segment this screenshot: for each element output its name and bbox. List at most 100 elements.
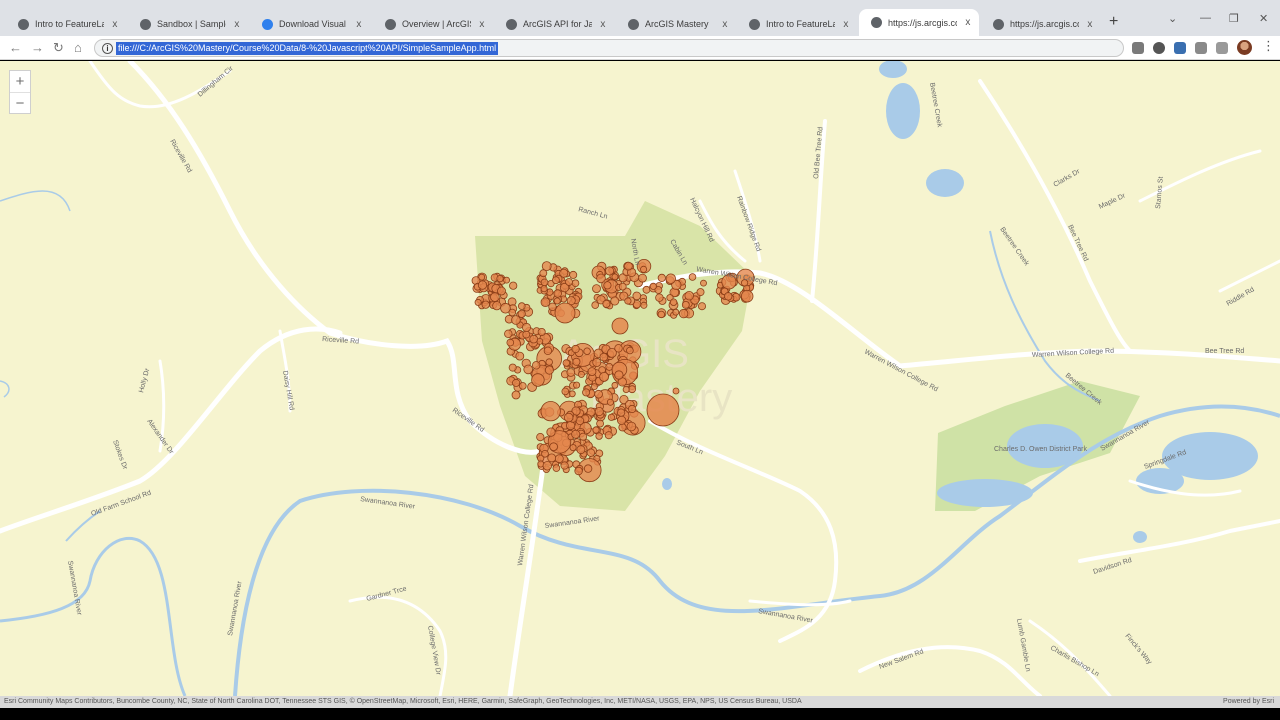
feature-point[interactable] — [490, 292, 500, 302]
feature-point[interactable] — [596, 273, 606, 284]
feature-point[interactable] — [611, 317, 629, 335]
feature-point[interactable] — [684, 290, 694, 301]
feature-point[interactable] — [599, 371, 609, 382]
feature-point[interactable] — [542, 461, 553, 471]
feature-point[interactable] — [626, 421, 637, 432]
close-icon[interactable]: x — [354, 19, 364, 30]
feature-point[interactable] — [562, 359, 570, 367]
close-icon[interactable]: x — [110, 19, 120, 30]
feature-point[interactable] — [541, 449, 549, 458]
feature-point[interactable] — [512, 378, 521, 387]
feature-point[interactable] — [607, 413, 616, 421]
feature-point[interactable] — [547, 453, 557, 463]
feature-point[interactable] — [602, 299, 611, 308]
feature-point[interactable] — [596, 419, 604, 428]
feature-point[interactable] — [573, 381, 581, 389]
zoom-out-button[interactable]: − — [10, 92, 30, 113]
feature-point[interactable] — [624, 297, 632, 305]
feature-point[interactable] — [626, 346, 634, 355]
info-icon[interactable]: i — [102, 43, 113, 54]
feature-point[interactable] — [592, 357, 602, 367]
forward-icon[interactable]: → — [31, 40, 44, 55]
feature-point[interactable] — [657, 273, 666, 282]
feature-point[interactable] — [497, 286, 506, 296]
tab[interactable]: Overview | ArcGIS API x — [373, 12, 493, 36]
feature-point[interactable] — [540, 278, 549, 287]
feature-point[interactable] — [614, 370, 624, 380]
feature-point[interactable] — [688, 273, 697, 281]
reload-icon[interactable]: ↻ — [53, 40, 64, 56]
feature-point[interactable] — [698, 302, 707, 311]
feature-point[interactable] — [649, 282, 657, 290]
feature-point[interactable] — [605, 266, 615, 276]
feature-point[interactable] — [540, 297, 551, 308]
feature-point[interactable] — [554, 454, 564, 464]
feature-point[interactable] — [640, 301, 648, 309]
feature-point[interactable] — [665, 273, 677, 284]
feature-point[interactable] — [591, 383, 598, 391]
feature-point[interactable] — [548, 302, 557, 311]
zoom-in-button[interactable]: + — [10, 71, 30, 92]
feature-point[interactable] — [518, 382, 527, 390]
feature-point[interactable] — [549, 442, 558, 452]
feature-point[interactable] — [515, 351, 525, 361]
puzzle-icon[interactable] — [1195, 42, 1207, 54]
feature-point[interactable] — [669, 298, 678, 306]
feature-point[interactable] — [517, 302, 526, 310]
feature-point[interactable] — [586, 448, 596, 457]
feature-point[interactable] — [477, 280, 488, 290]
feature-point[interactable] — [572, 357, 581, 366]
feature-point[interactable] — [561, 387, 570, 396]
tab[interactable]: Download Visual Studi x — [250, 12, 370, 36]
feature-point[interactable] — [594, 389, 603, 399]
feature-point[interactable] — [696, 288, 705, 297]
home-icon[interactable]: ⌂ — [74, 40, 82, 55]
feature-point[interactable] — [522, 322, 532, 332]
feature-point[interactable] — [604, 431, 613, 440]
close-icon[interactable]: x — [720, 19, 730, 30]
feature-point[interactable] — [624, 261, 633, 271]
maximize-icon[interactable]: ❐ — [1229, 12, 1239, 25]
tab[interactable]: https://js.arcgis.com/4 x — [859, 9, 979, 36]
feature-point[interactable] — [579, 432, 588, 441]
feature-point[interactable] — [522, 330, 531, 339]
powered-by[interactable]: Powered by Esri — [1223, 696, 1274, 708]
feature-point[interactable] — [481, 300, 490, 309]
feature-point[interactable] — [554, 302, 576, 324]
feature-point[interactable] — [595, 432, 603, 440]
feature-point[interactable] — [540, 401, 561, 422]
feature-point[interactable] — [700, 279, 707, 287]
feature-point[interactable] — [492, 301, 502, 311]
feature-point[interactable] — [537, 327, 546, 336]
feature-point[interactable] — [571, 344, 580, 354]
feature-point[interactable] — [509, 281, 518, 290]
feature-point[interactable] — [627, 404, 637, 414]
feature-point[interactable] — [569, 444, 577, 452]
translate-icon[interactable] — [1132, 42, 1144, 54]
menu-dots-icon[interactable]: ⋮ — [1262, 38, 1275, 54]
feature-point[interactable] — [503, 276, 511, 284]
tab[interactable]: Intro to FeatureLayer x — [737, 12, 857, 36]
feature-point[interactable] — [672, 387, 680, 395]
feature-point[interactable] — [546, 427, 556, 437]
feature-point[interactable] — [606, 398, 614, 406]
feature-point[interactable] — [576, 445, 586, 455]
avatar[interactable] — [1237, 40, 1252, 55]
feature-point[interactable] — [603, 281, 612, 290]
feature-point[interactable] — [616, 415, 627, 425]
feature-point[interactable] — [592, 284, 601, 294]
feature-point[interactable] — [511, 315, 521, 325]
feature-point[interactable] — [568, 390, 576, 398]
feature-point[interactable] — [611, 273, 619, 281]
feature-point[interactable] — [616, 408, 626, 417]
tab[interactable]: ArcGIS API for JavaSc x — [494, 12, 614, 36]
feature-point[interactable] — [681, 300, 690, 309]
feature-point[interactable] — [672, 308, 680, 316]
feature-point[interactable] — [511, 390, 521, 400]
feature-point[interactable] — [587, 367, 597, 377]
feature-point[interactable] — [529, 334, 538, 344]
feature-point[interactable] — [566, 368, 576, 377]
feature-point[interactable] — [618, 282, 627, 291]
feature-point[interactable] — [611, 381, 619, 389]
feature-point[interactable] — [569, 270, 578, 279]
